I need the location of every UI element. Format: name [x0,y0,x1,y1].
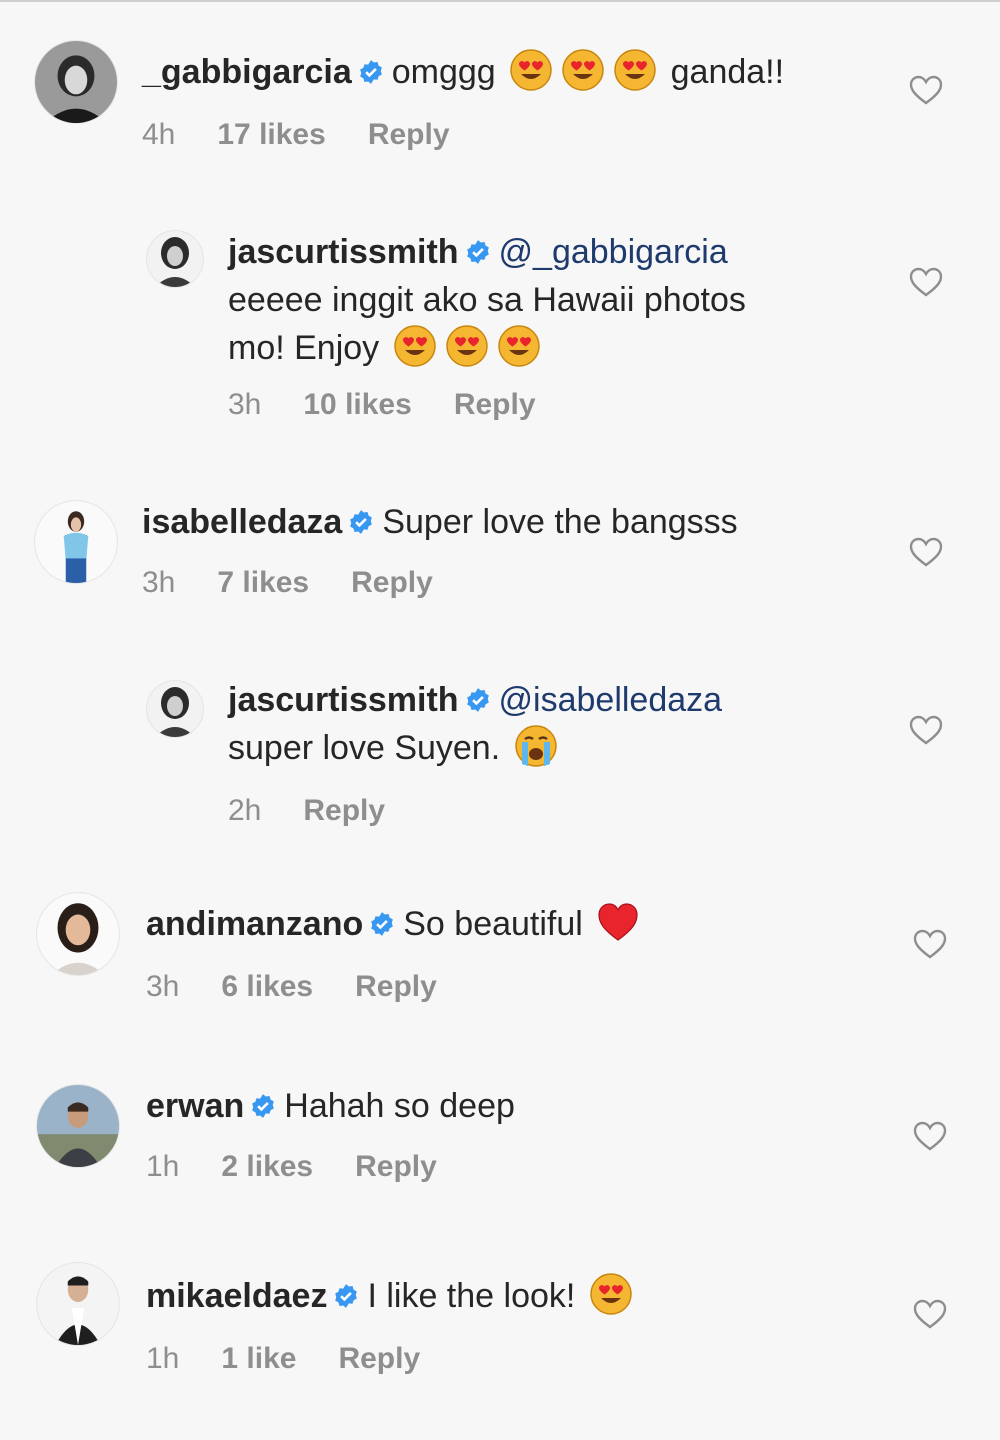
comment-meta: 3h 6 likes Reply [146,970,479,1004]
username[interactable]: _gabbigarcia [142,53,352,91]
like-heart-icon[interactable] [912,1120,948,1152]
heart-eyes-emoji-icon [589,1272,633,1316]
comment-meta: 2h Reply [228,794,427,828]
likes-count[interactable]: 6 likes [221,970,313,1003]
like-heart-icon[interactable] [912,1298,948,1330]
comment-body: mikaeldaez I like the look! [146,1270,637,1322]
verified-badge-icon [348,509,374,535]
comment-body: _gabbigarcia omggg ganda!! [142,46,784,98]
verified-badge-icon [465,239,491,265]
reply-button[interactable]: Reply [454,388,536,421]
comment-text: So beautiful [403,905,583,943]
timestamp: 1h [146,1342,180,1375]
top-divider [0,0,1000,2]
comment-body: andimanzano So beautiful [146,898,644,950]
like-heart-icon[interactable] [908,714,944,746]
mention-link[interactable]: @isabelledaza [499,681,723,719]
comment-body: jascurtissmith @_gabbigarcia eeeee inggit… [228,228,878,372]
heart-eyes-emoji-icon [445,324,489,368]
heart-eyes-emoji-icon [509,48,553,92]
avatar[interactable] [36,1262,120,1346]
username[interactable]: jascurtissmith [228,681,459,719]
reply-button[interactable]: Reply [338,1342,420,1375]
heart-eyes-emoji-icon [561,48,605,92]
reply-button[interactable]: Reply [303,794,385,827]
avatar[interactable] [36,1084,120,1168]
likes-count[interactable]: 10 likes [303,388,411,421]
verified-badge-icon [465,687,491,713]
reply-button[interactable]: Reply [351,566,433,599]
avatar[interactable] [146,230,204,288]
timestamp: 3h [146,970,180,1003]
comment-text: Hahah so deep [284,1087,515,1125]
reply-button[interactable]: Reply [368,118,450,151]
loudly-crying-emoji-icon [514,724,558,768]
username[interactable]: erwan [146,1087,244,1125]
verified-badge-icon [250,1093,276,1119]
heart-eyes-emoji-icon [497,324,541,368]
avatar[interactable] [34,500,118,584]
comment-meta: 1h 2 likes Reply [146,1150,479,1184]
verified-badge-icon [369,911,395,937]
verified-badge-icon [358,59,384,85]
username[interactable]: mikaeldaez [146,1277,327,1315]
username[interactable]: andimanzano [146,905,363,943]
comment-body: erwan Hahah so deep [146,1080,515,1132]
reply-button[interactable]: Reply [355,970,437,1003]
heart-eyes-emoji-icon [393,324,437,368]
red-heart-emoji-icon [596,900,640,944]
comment-meta: 1h 1 like Reply [146,1342,462,1376]
timestamp: 1h [146,1150,180,1183]
avatar[interactable] [146,680,204,738]
comment-text: Super love the bangsss [382,503,738,541]
timestamp: 3h [142,566,176,599]
timestamp: 4h [142,118,176,151]
comment-body: jascurtissmith @isabelledaza super love S… [228,676,878,772]
likes-count[interactable]: 17 likes [217,118,325,151]
comment-meta: 4h 17 likes Reply [142,118,492,152]
comment-text: eeeee inggit ako sa Hawaii photos [228,281,746,319]
comment-text: ganda!! [670,53,785,91]
likes-count[interactable]: 7 likes [217,566,309,599]
reply-button[interactable]: Reply [355,1150,437,1183]
username[interactable]: isabelledaza [142,503,342,541]
likes-count[interactable]: 1 like [221,1342,296,1375]
timestamp: 3h [228,388,262,421]
likes-count[interactable]: 2 likes [221,1150,313,1183]
avatar[interactable] [34,40,118,124]
comment-text: I like the look! [367,1277,576,1315]
comment-meta: 3h 10 likes Reply [228,388,578,422]
timestamp: 2h [228,794,262,827]
comment-text: omggg [391,53,496,91]
comment-meta: 3h 7 likes Reply [142,566,475,600]
avatar[interactable] [36,892,120,976]
comment-body: isabelledaza Super love the bangsss [142,496,738,548]
verified-badge-icon [333,1283,359,1309]
like-heart-icon[interactable] [912,928,948,960]
comment-text: mo! Enjoy [228,329,380,367]
mention-link[interactable]: @_gabbigarcia [499,233,728,271]
like-heart-icon[interactable] [908,74,944,106]
comment-text: super love Suyen. [228,729,501,767]
like-heart-icon[interactable] [908,266,944,298]
username[interactable]: jascurtissmith [228,233,459,271]
like-heart-icon[interactable] [908,536,944,568]
heart-eyes-emoji-icon [613,48,657,92]
